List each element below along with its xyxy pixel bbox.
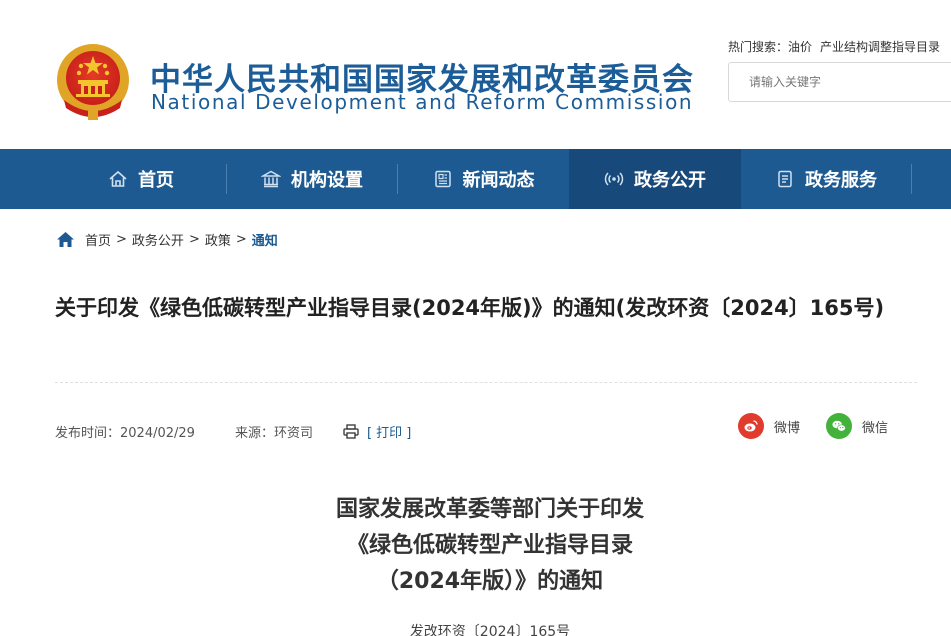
hot-keyword-link[interactable]: 油价	[788, 40, 812, 54]
nav-divider	[911, 164, 912, 194]
print-button[interactable]: [ 打印 ]	[343, 422, 411, 441]
site-name-en[interactable]: National Development and Reform Commissi…	[151, 90, 693, 114]
share-weibo-label: 微博	[774, 420, 801, 436]
nav-item-government-affairs[interactable]: 政务公开	[569, 149, 741, 209]
breadcrumb-link[interactable]: 政务公开	[132, 230, 184, 249]
news-icon	[434, 170, 451, 188]
nav-item-institution[interactable]: 机构设置	[227, 149, 397, 209]
document-icon	[778, 170, 792, 188]
national-emblem-icon[interactable]	[54, 42, 132, 122]
printer-icon	[343, 424, 359, 439]
breadcrumb-current[interactable]: 通知	[252, 230, 278, 249]
breadcrumb-separator: >	[116, 232, 127, 247]
share-wechat-label: 微信	[862, 420, 889, 436]
nav-item-home[interactable]: 首页	[56, 149, 226, 209]
breadcrumb-link[interactable]: 首页	[85, 230, 111, 249]
article-meta: 发布时间：2024/02/29 来源：环资司 [ 打印 ]	[55, 422, 411, 441]
breadcrumb-separator: >	[188, 232, 200, 247]
nav-item-label: 政务公开	[634, 170, 706, 191]
nav-item-services[interactable]: 政务服务	[741, 149, 911, 209]
breadcrumb-separator: >	[235, 232, 247, 247]
weibo-icon	[738, 413, 764, 439]
print-label: [ 打印 ]	[366, 426, 412, 441]
wechat-icon	[826, 413, 852, 439]
home-icon	[109, 170, 127, 187]
institution-icon	[261, 170, 281, 188]
search-input[interactable]	[729, 63, 951, 101]
article-title: 关于印发《绿色低碳转型产业指导目录(2024年版)》的通知(发改环资〔2024〕…	[55, 296, 885, 320]
title-divider	[55, 382, 917, 383]
document-number: 发改环资〔2024〕165号	[409, 624, 571, 636]
share-wechat-button[interactable]: 微信	[826, 413, 888, 439]
nav-item-label: 新闻动态	[462, 170, 535, 191]
nav-item-label: 机构设置	[291, 170, 363, 191]
main-nav: 首页 机构设置 新闻动态 政务公开 政务服务	[0, 149, 951, 209]
nav-item-label: 首页	[138, 170, 174, 191]
hot-search: 热门搜索：油价 产业结构调整指导目录	[728, 38, 951, 55]
publish-date: 发布时间：2024/02/29	[55, 426, 195, 441]
nav-item-label: 政务服务	[805, 170, 877, 191]
nav-item-news[interactable]: 新闻动态	[398, 149, 569, 209]
breadcrumb: 首页 > 政务公开 > 政策 > 通知	[56, 230, 278, 249]
broadcast-icon	[604, 172, 624, 186]
hot-search-label: 热门搜索：	[728, 40, 789, 54]
document-heading-line: 国家发展改革委等部门关于印发	[335, 497, 644, 522]
article-source: 来源：环资司	[234, 426, 313, 441]
search-box	[728, 62, 951, 102]
home-icon[interactable]	[56, 231, 75, 248]
breadcrumb-link[interactable]: 政策	[205, 230, 231, 249]
document-heading-line: （2024年版）》的通知	[376, 569, 604, 594]
share-weibo-button[interactable]: 微博	[738, 413, 800, 439]
document-heading: 国家发展改革委等部门关于印发 《绿色低碳转型产业指导目录 （2024年版）》的通…	[280, 492, 700, 600]
hot-keyword-link[interactable]: 产业结构调整指导目录	[820, 40, 940, 54]
site-header: 中华人民共和国国家发展和改革委员会 National Development a…	[0, 0, 951, 149]
document-heading-line: 《绿色低碳转型产业指导目录	[346, 533, 633, 558]
